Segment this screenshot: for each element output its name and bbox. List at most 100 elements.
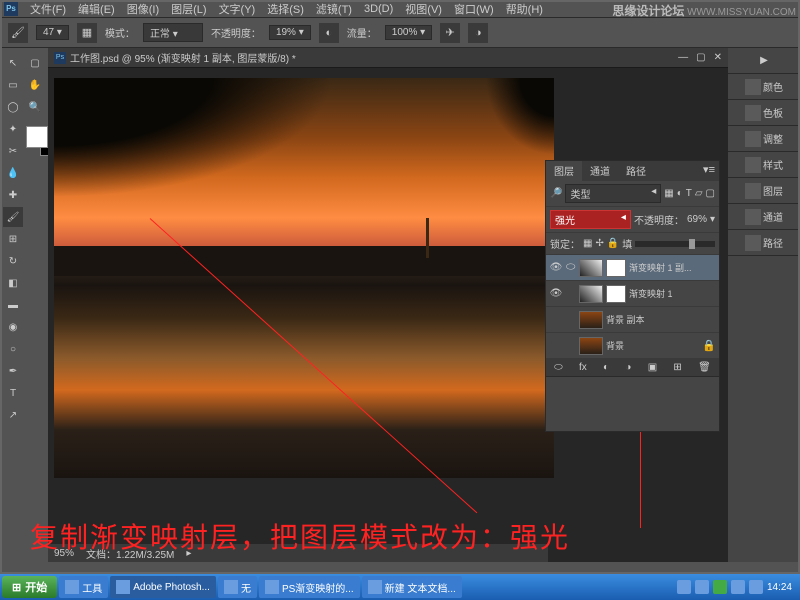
filter-type-select[interactable]: 类型◂ [565,184,661,203]
fx-icon[interactable]: fx [579,362,587,373]
close-doc-icon[interactable]: ✕ [714,52,722,63]
volume-icon[interactable] [731,580,745,594]
menu-filter[interactable]: 滤镜(T) [310,0,358,19]
stamp-tool-icon[interactable]: ⊞ [3,229,23,249]
delete-layer-icon[interactable]: 🗑 [698,362,711,373]
visibility-toggle-icon[interactable]: 👁 [549,262,563,273]
blend-mode-select[interactable]: 正常 ▾ [143,23,203,42]
menu-view[interactable]: 视图(V) [399,0,448,19]
minimize-doc-icon[interactable]: — [678,52,688,63]
gradient-tool-icon[interactable]: ▬ [3,295,23,315]
taskbar-item[interactable]: 新建 文本文档... [362,576,462,598]
taskbar-item[interactable]: PS渐变映射的... [259,576,360,598]
layer-thumbnail[interactable] [579,259,603,277]
brush-size[interactable]: 47 ▾ [36,25,69,40]
taskbar-item[interactable]: 无 [218,576,257,598]
eraser-tool-icon[interactable]: ◧ [3,273,23,293]
airbrush-icon[interactable]: ✈ [440,23,460,43]
lock-all-icon[interactable]: 🔒 [607,238,619,249]
layer-name[interactable]: 渐变映射 1 [629,287,716,300]
zoom-tool-icon[interactable]: 🔍 [25,97,45,117]
lock-position-icon[interactable]: ✢ [595,238,603,249]
type-tool-icon[interactable]: T [3,383,23,403]
filter-smart-icon[interactable]: ▢ [706,188,715,199]
eyedropper-tool-icon[interactable]: 💧 [3,163,23,183]
color-panel-button[interactable]: 颜色 [728,74,800,100]
menu-edit[interactable]: 编辑(E) [72,0,121,19]
fg-color-swatch[interactable] [26,126,48,148]
visibility-toggle-icon[interactable]: 👁 [549,288,563,299]
fill-slider[interactable] [635,241,715,247]
adjust-panel-button[interactable]: 调整 [728,126,800,152]
pressure-opacity-icon[interactable]: ◐ [319,23,339,43]
menu-image[interactable]: 图像(I) [121,0,165,19]
layer-item[interactable]: 👁 ⬭ 渐变映射 1 副... [546,255,719,281]
marquee-tool-icon[interactable]: ▭ [3,75,23,95]
panel-menu-icon[interactable]: ▾≡ [699,161,719,181]
swatches-panel-button[interactable]: 色板 [728,100,800,126]
wand-tool-icon[interactable]: ✦ [3,119,23,139]
mask-thumbnail[interactable] [606,259,626,277]
start-button[interactable]: ⊞开始 [2,576,57,598]
blend-mode-dropdown[interactable]: 强光◂ [550,210,631,229]
filter-pixel-icon[interactable]: ▦ [664,188,673,199]
layer-name[interactable]: 背景 副本 [606,313,716,326]
channels-panel-button[interactable]: 通道 [728,204,800,230]
opacity-value[interactable]: 19% ▾ [269,25,311,40]
layer-item[interactable]: 背景 🔒 [546,333,719,359]
layers-panel-button[interactable]: 图层 [728,178,800,204]
brush-panel-icon[interactable]: ▦ [77,23,97,43]
tray-icon[interactable] [713,580,727,594]
tab-paths[interactable]: 路径 [618,161,654,181]
tray-icon[interactable] [677,580,691,594]
layer-thumbnail[interactable] [579,337,603,355]
layer-name[interactable]: 渐变映射 1 副... [629,261,716,274]
menu-help[interactable]: 帮助(H) [500,0,549,19]
brush-tool-icon[interactable]: 🖌 [8,23,28,43]
mask-thumbnail[interactable] [606,285,626,303]
layer-item[interactable]: 👁 渐变映射 1 [546,281,719,307]
filter-type-icon[interactable]: T [686,188,692,199]
menu-file[interactable]: 文件(F) [24,0,72,19]
taskbar-item[interactable]: 工具 [59,576,108,598]
new-layer-icon[interactable]: ⊞ [673,362,681,373]
menu-select[interactable]: 选择(S) [261,0,310,19]
taskbar-item[interactable]: Adobe Photosh... [110,576,216,598]
tab-layers[interactable]: 图层 [546,161,582,181]
paths-panel-button[interactable]: 路径 [728,230,800,256]
maximize-doc-icon[interactable]: ▢ [696,52,705,63]
tray-icon[interactable] [695,580,709,594]
styles-panel-button[interactable]: 样式 [728,152,800,178]
menu-type[interactable]: 文字(Y) [213,0,262,19]
layer-name[interactable]: 背景 [606,339,699,352]
pressure-size-icon[interactable]: ◑ [468,23,488,43]
layer-item[interactable]: 背景 副本 [546,307,719,333]
hand-tool-icon[interactable]: ✋ [25,75,45,95]
dodge-tool-icon[interactable]: ○ [3,339,23,359]
search-icon[interactable]: 🔎 [550,188,562,199]
lock-pixels-icon[interactable]: ▦ [583,238,592,249]
crop-tool-icon[interactable]: ✂ [3,141,23,161]
menu-3d[interactable]: 3D(D) [358,1,399,17]
playback-icon[interactable]: ▶ [728,48,800,74]
layer-opacity-value[interactable]: 69% [687,214,707,225]
mask-icon[interactable]: ◐ [603,362,609,373]
tab-channels[interactable]: 通道 [582,161,618,181]
path-tool-icon[interactable]: ↗ [3,405,23,425]
filter-adjust-icon[interactable]: ◐ [677,188,683,199]
pen-tool-icon[interactable]: ✒ [3,361,23,381]
layer-thumbnail[interactable] [579,311,603,329]
menu-layer[interactable]: 图层(L) [165,0,212,19]
link-layers-icon[interactable]: ⬭ [554,362,563,373]
filter-shape-icon[interactable]: ▱ [695,188,703,199]
clock[interactable]: 14:24 [767,582,792,593]
network-icon[interactable] [749,580,763,594]
heal-tool-icon[interactable]: ✚ [3,185,23,205]
history-brush-icon[interactable]: ↻ [3,251,23,271]
lasso-tool-icon[interactable]: ◯ [3,97,23,117]
document-tab[interactable]: Ps 工作图.psd @ 95% (渐变映射 1 副本, 图层蒙版/8) * —… [48,48,728,68]
link-icon[interactable]: ⬭ [566,261,576,274]
layer-thumbnail[interactable] [579,285,603,303]
canvas-image[interactable] [54,78,554,478]
flow-value[interactable]: 100% ▾ [385,25,432,40]
